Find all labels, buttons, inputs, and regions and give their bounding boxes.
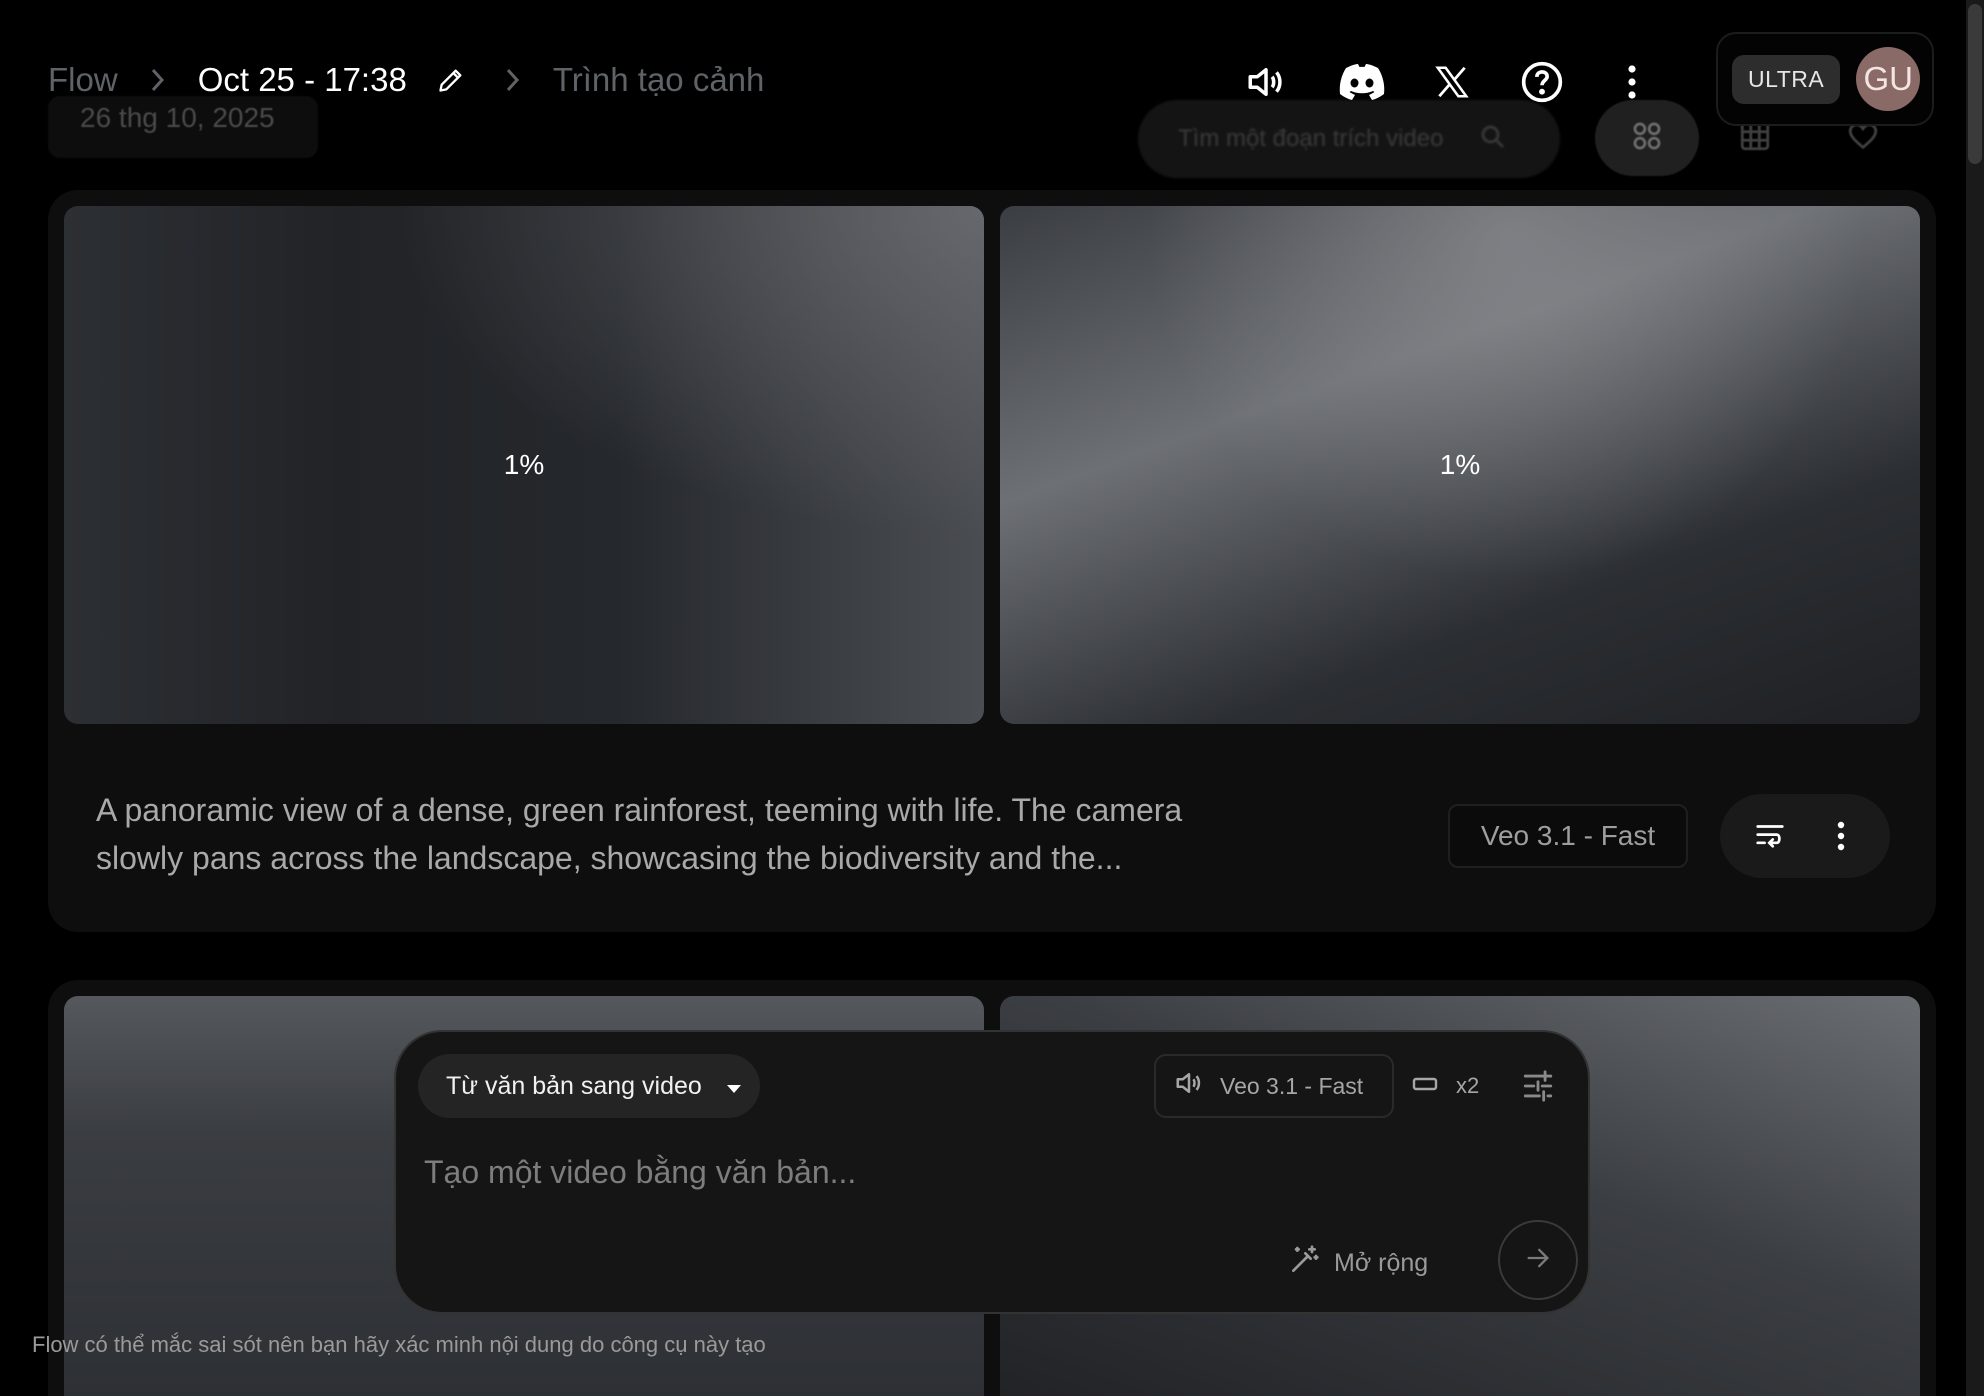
model-label: Veo 3.1 - Fast bbox=[1220, 1072, 1364, 1099]
pencil-icon[interactable] bbox=[429, 58, 473, 102]
output-count: x2 bbox=[1456, 1073, 1480, 1098]
progress-label: 1% bbox=[503, 449, 545, 480]
video-thumbnail[interactable]: 1% bbox=[1000, 206, 1920, 724]
prompt-composer: Từ văn bản sang video Veo 3.1 - Fast x2 … bbox=[394, 1030, 1590, 1314]
search-icon[interactable] bbox=[1478, 122, 1508, 157]
plan-badge: ULTRA bbox=[1732, 54, 1841, 104]
breadcrumb-scene-builder[interactable]: Trình tạo cảnh bbox=[553, 61, 765, 99]
aspect-ratio-count-button[interactable]: x2 bbox=[1412, 1054, 1479, 1118]
volume-icon[interactable] bbox=[1236, 52, 1296, 112]
prompt-input[interactable] bbox=[424, 1142, 1544, 1202]
grid-view-icon bbox=[1630, 119, 1664, 158]
x-logo-icon[interactable] bbox=[1422, 52, 1482, 112]
mode-dropdown[interactable]: Từ văn bản sang video bbox=[418, 1054, 760, 1118]
date-label: 26 thg 10, 2025 bbox=[48, 96, 318, 158]
settings-sliders-icon[interactable] bbox=[1510, 1058, 1566, 1114]
account-area: ULTRA GU bbox=[1716, 32, 1934, 126]
arrow-right-icon bbox=[1524, 1244, 1552, 1277]
disclaimer-text: Flow có thể mắc sai sót nên bạn hãy xác … bbox=[32, 1332, 766, 1357]
avatar[interactable]: GU bbox=[1856, 47, 1921, 111]
help-circle-icon[interactable] bbox=[1512, 52, 1572, 112]
expand-label: Mở rộng bbox=[1334, 1248, 1429, 1277]
reuse-prompt-icon[interactable] bbox=[1742, 808, 1798, 864]
breadcrumb-root-link[interactable]: Flow bbox=[48, 61, 118, 99]
project-title: Oct 25 - 17:38 bbox=[197, 61, 407, 98]
discord-icon[interactable] bbox=[1332, 52, 1392, 112]
send-button[interactable] bbox=[1498, 1220, 1578, 1300]
model-dropdown[interactable]: Veo 3.1 - Fast bbox=[1154, 1054, 1394, 1118]
chevron-right-icon bbox=[118, 66, 198, 94]
more-vertical-icon[interactable] bbox=[1602, 52, 1662, 112]
chevron-right-icon bbox=[473, 66, 553, 94]
prompt-text: A panoramic view of a dense, green rainf… bbox=[96, 792, 1183, 876]
result-card: 1% 1% A panoramic view of a dense, green… bbox=[48, 190, 1936, 932]
mode-label: Từ văn bản sang video bbox=[446, 1071, 702, 1100]
expand-button[interactable]: Mở rộng bbox=[1288, 1238, 1428, 1288]
scrollbar[interactable] bbox=[1966, 0, 1984, 1396]
model-chip: Veo 3.1 - Fast bbox=[1448, 804, 1688, 868]
caret-down-icon bbox=[726, 1072, 742, 1101]
card-actions bbox=[1720, 794, 1890, 878]
header-actions bbox=[1236, 52, 1692, 112]
scrollbar-thumb[interactable] bbox=[1968, 4, 1982, 164]
top-bar: Flow Oct 25 - 17:38 Trình tạo cảnh 26 th… bbox=[0, 0, 1984, 178]
progress-label: 1% bbox=[1439, 449, 1481, 480]
magic-wand-icon bbox=[1288, 1244, 1320, 1283]
more-vertical-icon[interactable] bbox=[1813, 808, 1869, 864]
video-thumbnail[interactable]: 1% bbox=[64, 206, 984, 724]
search-input[interactable] bbox=[1178, 125, 1478, 153]
volume-icon bbox=[1174, 1068, 1204, 1104]
aspect-ratio-icon bbox=[1412, 1073, 1438, 1099]
